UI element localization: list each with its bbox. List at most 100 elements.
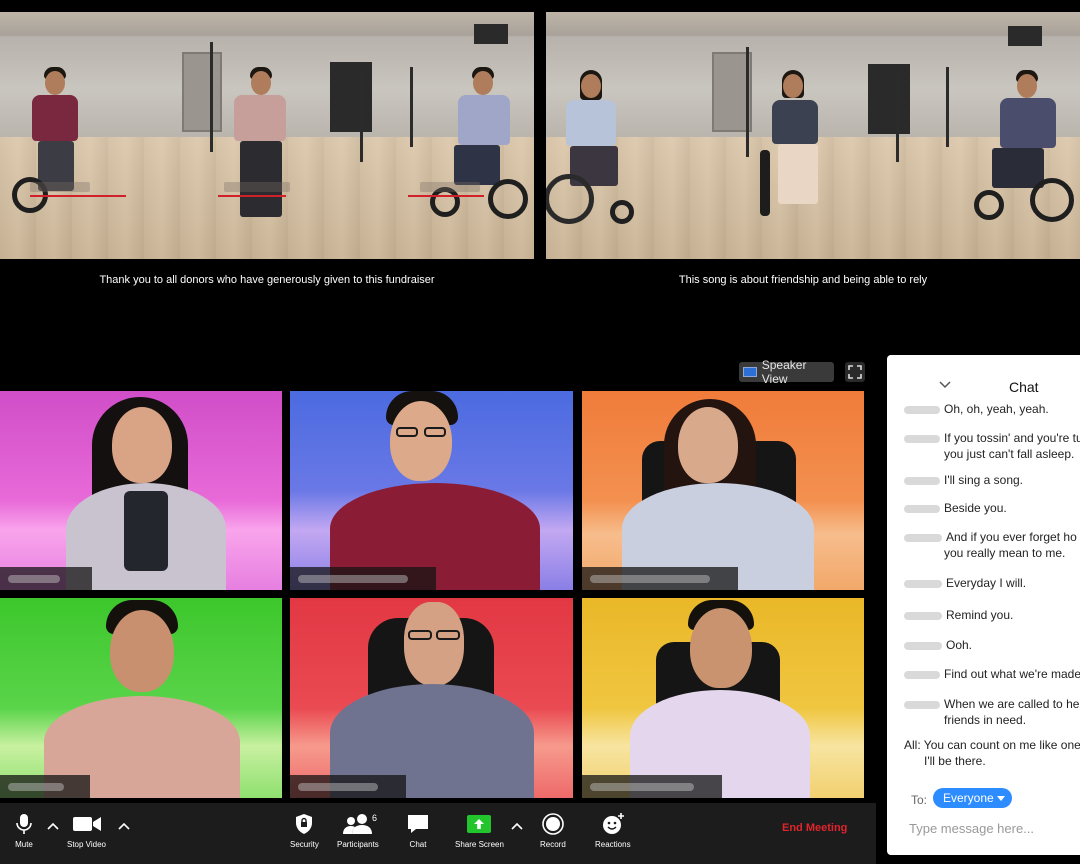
stop-video-label: Stop Video: [67, 840, 106, 849]
video-tile[interactable]: [0, 391, 282, 590]
participants-count-badge: 6: [372, 813, 378, 823]
chat-message-input[interactable]: [909, 818, 1069, 838]
record-label: Record: [540, 840, 566, 849]
speaker-box: [1008, 26, 1042, 46]
name-underline: [30, 195, 126, 197]
video-tile[interactable]: [582, 391, 864, 590]
light-stand: [410, 67, 413, 147]
performer-name-tag: [30, 182, 90, 192]
name-underline: [218, 195, 286, 197]
subtitle-right: This song is about friendship and being …: [678, 274, 928, 286]
chat-message: Remind you.: [904, 607, 1013, 623]
chat-message: I'll sing a song.: [904, 472, 1023, 488]
speaker-box: [474, 24, 508, 44]
video-camera-icon: [72, 817, 101, 831]
performer: [974, 70, 1074, 240]
chat-header: Chat: [887, 355, 1080, 395]
chat-message: Oh, oh, yeah, yeah.: [904, 401, 1049, 417]
share-screen-button[interactable]: Share Screen: [455, 812, 504, 849]
performer: [12, 67, 90, 227]
video-tile[interactable]: [582, 598, 864, 798]
participant-face: [678, 407, 738, 483]
mute-button[interactable]: Mute: [12, 812, 36, 849]
stage-video-right: [546, 12, 1080, 259]
chat-bubble-icon: [408, 815, 428, 833]
stage-video-left: [0, 12, 534, 259]
speaker-view-icon: [743, 367, 757, 377]
chat-message: All: You can count on me like one I'll b…: [904, 738, 1080, 768]
video-tile[interactable]: [290, 598, 573, 798]
participant-face: [404, 602, 464, 686]
chat-title: Chat: [1009, 379, 1039, 395]
security-label: Security: [290, 840, 319, 849]
chat-message: When we are called to he friends in need…: [904, 696, 1079, 728]
performer: [226, 67, 296, 227]
share-screen-icon: [467, 815, 492, 833]
participant-face: [690, 608, 752, 688]
shield-icon: [296, 814, 313, 834]
video-options-caret-icon[interactable]: [117, 820, 131, 832]
chat-panel: Chat Oh, oh, yeah, yeah. If you tossin' …: [887, 355, 1080, 855]
share-screen-label: Share Screen: [455, 840, 504, 849]
video-tile[interactable]: [0, 598, 282, 798]
chat-message: Find out what we're made: [904, 666, 1080, 682]
glasses: [436, 630, 460, 640]
glasses: [424, 427, 446, 437]
record-button[interactable]: Record: [540, 812, 566, 849]
light-stand: [946, 67, 949, 147]
microphone-icon: [16, 814, 32, 834]
performer-name-tag: [420, 182, 480, 192]
mute-label: Mute: [15, 840, 33, 849]
chat-message: And if you ever forget ho you really mea…: [904, 529, 1077, 561]
participant-face: [112, 407, 172, 483]
chat-recipient-dropdown[interactable]: Everyone: [933, 788, 1012, 808]
participants-label: Participants: [337, 840, 379, 849]
end-meeting-button[interactable]: End Meeting: [782, 822, 847, 834]
studio-panel: [868, 64, 910, 134]
participant-face: [110, 610, 174, 692]
audio-options-caret-icon[interactable]: [46, 820, 60, 832]
chat-to-label: To:: [911, 793, 928, 807]
stop-video-button[interactable]: Stop Video: [67, 812, 106, 849]
performer: [430, 67, 528, 227]
fullscreen-button[interactable]: [845, 362, 865, 382]
subtitle-left: Thank you to all donors who have generou…: [99, 274, 435, 286]
participant-nameplate: [0, 775, 90, 798]
studio-panel: [330, 62, 372, 132]
chat-message: If you tossin' and you're tu you just ca…: [904, 430, 1080, 462]
participant-vest: [124, 491, 168, 571]
chat-message: Ooh.: [904, 637, 972, 653]
dropdown-arrow-icon: [996, 796, 1005, 801]
speaker-view-button[interactable]: Speaker View: [739, 358, 834, 386]
name-underline: [408, 195, 484, 197]
chat-message: Everyday I will.: [904, 575, 1026, 591]
meeting-toolbar: [0, 803, 876, 864]
participants-icon: [342, 814, 372, 834]
reactions-icon: [602, 813, 624, 834]
chevron-down-icon[interactable]: [939, 381, 951, 389]
glasses: [396, 427, 418, 437]
mic-stand: [210, 42, 213, 152]
participant-nameplate: [290, 567, 436, 590]
reactions-button[interactable]: Reactions: [595, 812, 631, 849]
participant-nameplate: [582, 567, 738, 590]
share-options-caret-icon[interactable]: [510, 820, 524, 832]
fullscreen-icon: [848, 365, 862, 379]
performer-name-tag: [224, 182, 290, 192]
glasses: [408, 630, 432, 640]
speaker-view-label: Speaker View: [761, 358, 807, 386]
performer: [546, 70, 638, 240]
studio-door: [182, 52, 222, 132]
reactions-label: Reactions: [595, 840, 631, 849]
video-tile[interactable]: [290, 391, 573, 590]
security-button[interactable]: Security: [290, 812, 319, 849]
performer: [756, 70, 836, 240]
mic-stand: [746, 47, 749, 157]
chat-message: Beside you.: [904, 500, 1007, 516]
light-stand: [360, 72, 363, 162]
chat-label: Chat: [409, 840, 427, 849]
participant-nameplate: [290, 775, 406, 798]
participant-nameplate: [0, 567, 92, 590]
participant-nameplate: [582, 775, 722, 798]
chat-button[interactable]: Chat: [405, 812, 431, 849]
